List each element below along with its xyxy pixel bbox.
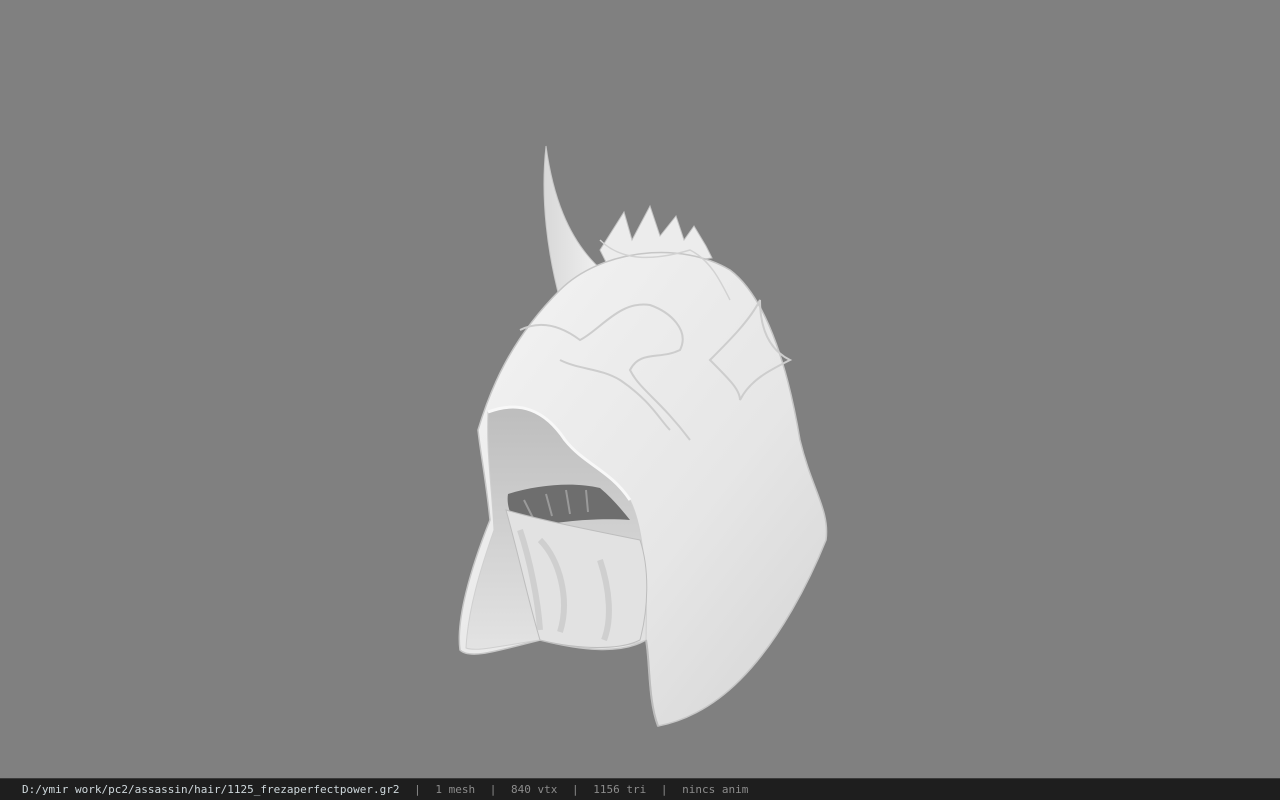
triangle-count-text: 1156 tri (593, 783, 647, 796)
separator: | (660, 783, 668, 796)
mesh-count-text: 1 mesh (435, 783, 476, 796)
separator: | (414, 783, 421, 796)
animation-status-text: nincs anim (682, 783, 749, 796)
separator: | (571, 783, 579, 796)
file-path-text: D:/ymir work/pc2/assassin/hair/1125_frez… (22, 783, 400, 796)
separator: | (489, 783, 497, 796)
hooded-helmet-3d-model[interactable] (0, 0, 1280, 778)
3d-viewport[interactable] (0, 0, 1280, 778)
vertex-count-text: 840 vtx (511, 783, 558, 796)
status-bar: D:/ymir work/pc2/assassin/hair/1125_frez… (0, 778, 1280, 800)
